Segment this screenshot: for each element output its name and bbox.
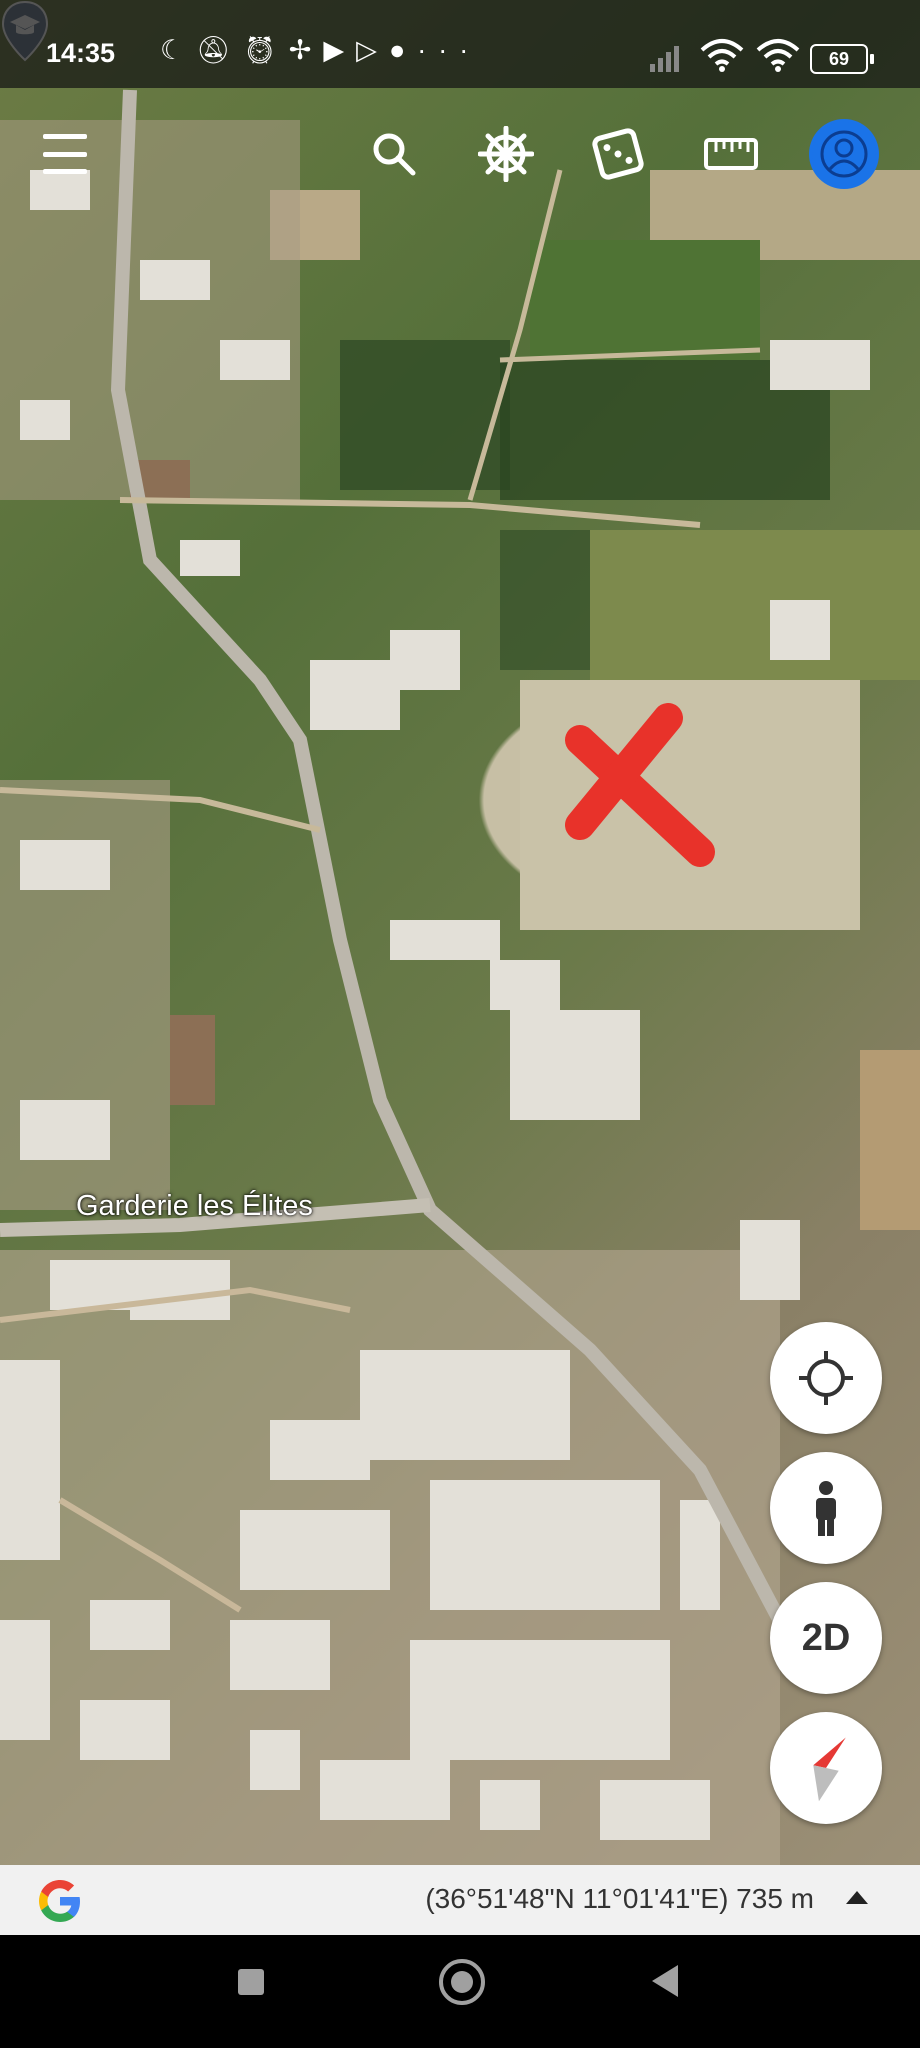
street-view-button[interactable] — [770, 1452, 882, 1564]
place-label[interactable]: Garderie les Élites — [76, 1190, 313, 1223]
more-icon: ··· — [417, 35, 481, 65]
wifi-icon — [700, 39, 744, 72]
mute-icon: 🔕︎ — [196, 35, 243, 65]
fan-icon: ✢ — [288, 35, 324, 65]
back-button[interactable] — [652, 1965, 678, 1997]
coordinates-readout[interactable]: (36°51'48"N 11°01'41"E) 735 m — [425, 1883, 814, 1915]
navigation-bar — [0, 1935, 920, 2048]
notification-icons: ☾🔕︎⏰︎✢▶▷●··· — [160, 34, 480, 66]
play-icon: ▷ — [356, 35, 389, 65]
maps-icon: ● — [388, 35, 418, 65]
map-imagery — [0, 89, 920, 1865]
2d-label: 2D — [801, 1616, 851, 1659]
status-time: 14:35 — [46, 38, 116, 68]
orchard — [500, 530, 590, 670]
ruler-icon[interactable] — [704, 138, 758, 170]
info-bar: (36°51'48"N 11°01'41"E) 735 m — [0, 1865, 920, 1935]
compass-button[interactable] — [770, 1712, 882, 1824]
home-button[interactable] — [439, 1959, 485, 2005]
2d-toggle-button[interactable]: 2D — [770, 1582, 882, 1694]
orchard — [340, 340, 510, 490]
wifi-icon — [756, 39, 800, 72]
alarm-icon: ⏰︎ — [242, 35, 289, 65]
pegman-icon — [816, 1481, 836, 1536]
search-icon[interactable] — [370, 130, 418, 178]
field — [590, 530, 920, 680]
field — [530, 240, 760, 360]
account-icon[interactable] — [812, 122, 876, 186]
expand-caret-icon[interactable] — [846, 1891, 868, 1904]
field — [860, 1050, 920, 1230]
my-location-icon — [799, 1351, 853, 1405]
status-bar: 14:35 ☾🔕︎⏰︎✢▶▷●··· 69 — [0, 0, 920, 88]
dice-icon[interactable] — [592, 128, 644, 180]
compass-icon — [813, 1737, 846, 1802]
signal-icon — [650, 46, 679, 72]
google-logo — [39, 1880, 80, 1922]
person-silhouette-icon — [820, 130, 868, 178]
my-location-button[interactable] — [770, 1322, 882, 1434]
track — [119, 497, 701, 528]
battery-indicator: 69 — [810, 44, 874, 74]
menu-icon[interactable] — [40, 134, 90, 174]
voyager-icon[interactable] — [478, 126, 534, 182]
field — [520, 680, 860, 930]
youtube-icon: ▶ — [323, 35, 357, 65]
satellite-map[interactable]: Garderie les Élites — [0, 0, 920, 1865]
recents-button[interactable] — [238, 1969, 264, 1995]
moon-icon: ☾ — [160, 35, 197, 65]
